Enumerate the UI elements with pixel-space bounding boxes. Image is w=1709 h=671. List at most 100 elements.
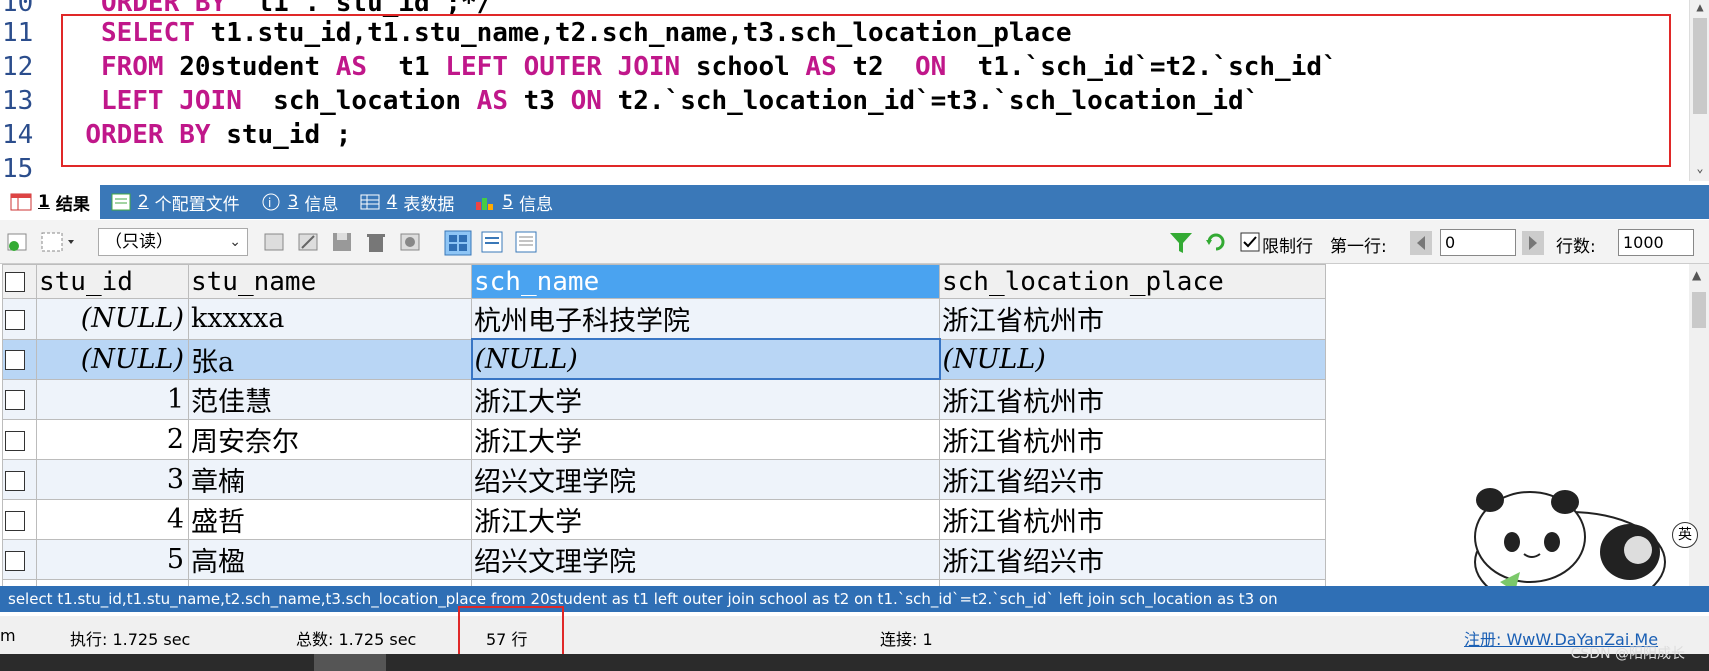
- row-checkbox[interactable]: [2, 298, 37, 340]
- tab-info[interactable]: i 3 信息: [250, 185, 349, 219]
- table-cell[interactable]: 3: [36, 459, 189, 500]
- row-count-label: 行数:: [1556, 237, 1596, 257]
- column-header-sch-name[interactable]: sch_name: [471, 264, 940, 299]
- info-icon: i: [260, 192, 282, 212]
- row-checkbox[interactable]: [2, 499, 37, 540]
- tab-info-2[interactable]: 5 信息: [464, 185, 563, 219]
- first-row-input[interactable]: 0: [1440, 229, 1516, 256]
- table-cell[interactable]: 浙江大学: [471, 419, 940, 460]
- bottom-strip: [0, 654, 1709, 671]
- tab-label: 个配置文件: [154, 194, 240, 215]
- tab-label: 结果: [55, 194, 90, 215]
- table-row[interactable]: 1 范佳慧 浙江大学 浙江省杭州市: [2, 378, 1326, 420]
- table-cell[interactable]: 1: [36, 378, 189, 420]
- tab-label: 信息: [304, 194, 339, 215]
- table-cell[interactable]: 高楹: [188, 539, 472, 580]
- result-grid: stu_id stu_name sch_name sch_location_pl…: [0, 264, 1709, 586]
- table-cell[interactable]: (NULL): [470, 338, 941, 380]
- delete-icon[interactable]: [364, 230, 388, 256]
- table-cell[interactable]: 浙江大学: [471, 499, 940, 540]
- table-cell[interactable]: 浙江省杭州市: [939, 378, 1326, 420]
- scroll-up-icon[interactable]: ▲: [1693, 0, 1707, 14]
- chevron-down-icon: ⌄: [229, 234, 241, 250]
- table-row[interactable]: 2 周安奈尔 浙江大学 浙江省杭州市: [2, 419, 1326, 460]
- next-page-icon[interactable]: [1522, 231, 1544, 257]
- row-checkbox[interactable]: [2, 539, 37, 580]
- line-number: 14: [2, 120, 34, 150]
- row-checkbox[interactable]: [2, 378, 37, 420]
- sql-editor[interactable]: 10 ORDER BY `t1`.`stu_id`;*/11 SELECT t1…: [0, 0, 1709, 181]
- column-header-stu-name[interactable]: stu_name: [188, 264, 472, 299]
- result-table: stu_id stu_name sch_name sch_location_pl…: [2, 264, 1326, 586]
- table-cell[interactable]: 4: [36, 499, 189, 540]
- table-row[interactable]: 4 盛哲 浙江大学 浙江省杭州市: [2, 499, 1326, 540]
- table-row[interactable]: (NULL) 张a (NULL) (NULL): [2, 338, 1326, 380]
- refresh-icon[interactable]: [1204, 230, 1228, 256]
- table-cell[interactable]: (NULL): [36, 338, 189, 380]
- grid-view-icon[interactable]: [444, 230, 472, 256]
- table-cell[interactable]: 周安奈尔: [188, 419, 472, 460]
- ime-language-icon[interactable]: 英: [1672, 522, 1698, 548]
- scroll-down-icon[interactable]: ⌄: [1693, 161, 1707, 175]
- filter-icon[interactable]: [1168, 230, 1194, 256]
- table-cell[interactable]: 浙江省绍兴市: [939, 459, 1326, 500]
- table-row[interactable]: 3 章楠 绍兴文理学院 浙江省绍兴市: [2, 459, 1326, 500]
- status-bar: m 执行: 1.725 sec 总数: 1.725 sec 57 行 连接: 1…: [0, 616, 1709, 654]
- form-view-icon[interactable]: [480, 230, 504, 256]
- scrollbar-thumb[interactable]: [1692, 292, 1706, 328]
- execution-time: 执行: 1.725 sec: [70, 630, 191, 649]
- table-cell[interactable]: 杭州电子科技学院: [471, 298, 940, 340]
- save-icon[interactable]: [330, 230, 354, 256]
- table-cell[interactable]: 浙江大学: [471, 378, 940, 420]
- cancel-icon[interactable]: [398, 230, 422, 256]
- table-cell[interactable]: kxxxxa: [188, 298, 472, 340]
- filter-cell-icon[interactable]: [262, 230, 286, 256]
- table-row[interactable]: 5 高楹 绍兴文理学院 浙江省绍兴市: [2, 539, 1326, 580]
- edit-icon[interactable]: [296, 230, 320, 256]
- result-tabs: 1 结果 2 个配置文件 i 3 信息 4 表数据 5 信息: [0, 185, 1709, 219]
- tab-table-data[interactable]: 4 表数据: [349, 185, 465, 219]
- readonly-select[interactable]: （只读） ⌄: [98, 228, 248, 256]
- table-cell[interactable]: 浙江省杭州市: [939, 499, 1326, 540]
- column-header-sch-location-place[interactable]: sch_location_place: [939, 264, 1326, 299]
- tab-profiles[interactable]: 2 个配置文件: [100, 185, 250, 219]
- line-number: 13: [2, 86, 34, 116]
- column-header-stu-id[interactable]: stu_id: [36, 264, 189, 299]
- table-cell[interactable]: 绍兴文理学院: [471, 539, 940, 580]
- line-number: 12: [2, 52, 34, 82]
- table-cell[interactable]: 2: [36, 419, 189, 460]
- editor-scrollbar[interactable]: ▲ ⌄: [1689, 0, 1709, 181]
- table-cell[interactable]: 章楠: [188, 459, 472, 500]
- table-cell[interactable]: (NULL): [939, 338, 1326, 380]
- tab-label: 信息: [519, 194, 554, 215]
- table-cell[interactable]: 浙江省杭州市: [939, 419, 1326, 460]
- refresh-grid-icon[interactable]: [6, 230, 30, 256]
- table-row[interactable]: (NULL) kxxxxa 杭州电子科技学院 浙江省杭州市: [2, 298, 1326, 340]
- text-view-icon[interactable]: [514, 230, 538, 256]
- results-grid-icon: [10, 192, 32, 212]
- table-cell[interactable]: 范佳慧: [188, 378, 472, 420]
- tab-results[interactable]: 1 结果: [0, 185, 100, 219]
- table-cell[interactable]: 5: [36, 539, 189, 580]
- scrollbar-thumb[interactable]: [1693, 18, 1707, 114]
- row-checkbox[interactable]: [2, 419, 37, 460]
- row-checkbox[interactable]: [2, 459, 37, 500]
- select-all-checkbox[interactable]: [2, 264, 37, 299]
- scroll-up-icon[interactable]: ▲: [1692, 268, 1701, 282]
- row-count-input[interactable]: 1000: [1618, 229, 1694, 256]
- line-number: 11: [2, 18, 34, 48]
- first-row-label: 第一行:: [1330, 237, 1387, 257]
- table-cell[interactable]: 张a: [188, 338, 472, 380]
- total-time: 总数: 1.725 sec: [296, 630, 417, 649]
- prev-page-icon[interactable]: [1410, 231, 1432, 257]
- table-cell[interactable]: 浙江省绍兴市: [939, 539, 1326, 580]
- row-checkbox[interactable]: [2, 338, 37, 380]
- export-dropdown-icon[interactable]: [40, 230, 80, 256]
- bar-chart-icon: [474, 192, 496, 212]
- table-cell[interactable]: 盛哲: [188, 499, 472, 540]
- table-cell[interactable]: (NULL): [36, 298, 189, 340]
- table-cell[interactable]: 浙江省杭州市: [939, 298, 1326, 340]
- table-cell[interactable]: 绍兴文理学院: [471, 459, 940, 500]
- limit-rows-checkbox[interactable]: [1240, 232, 1260, 258]
- sql-status-bar: select t1.stu_id,t1.stu_name,t2.sch_name…: [0, 586, 1709, 612]
